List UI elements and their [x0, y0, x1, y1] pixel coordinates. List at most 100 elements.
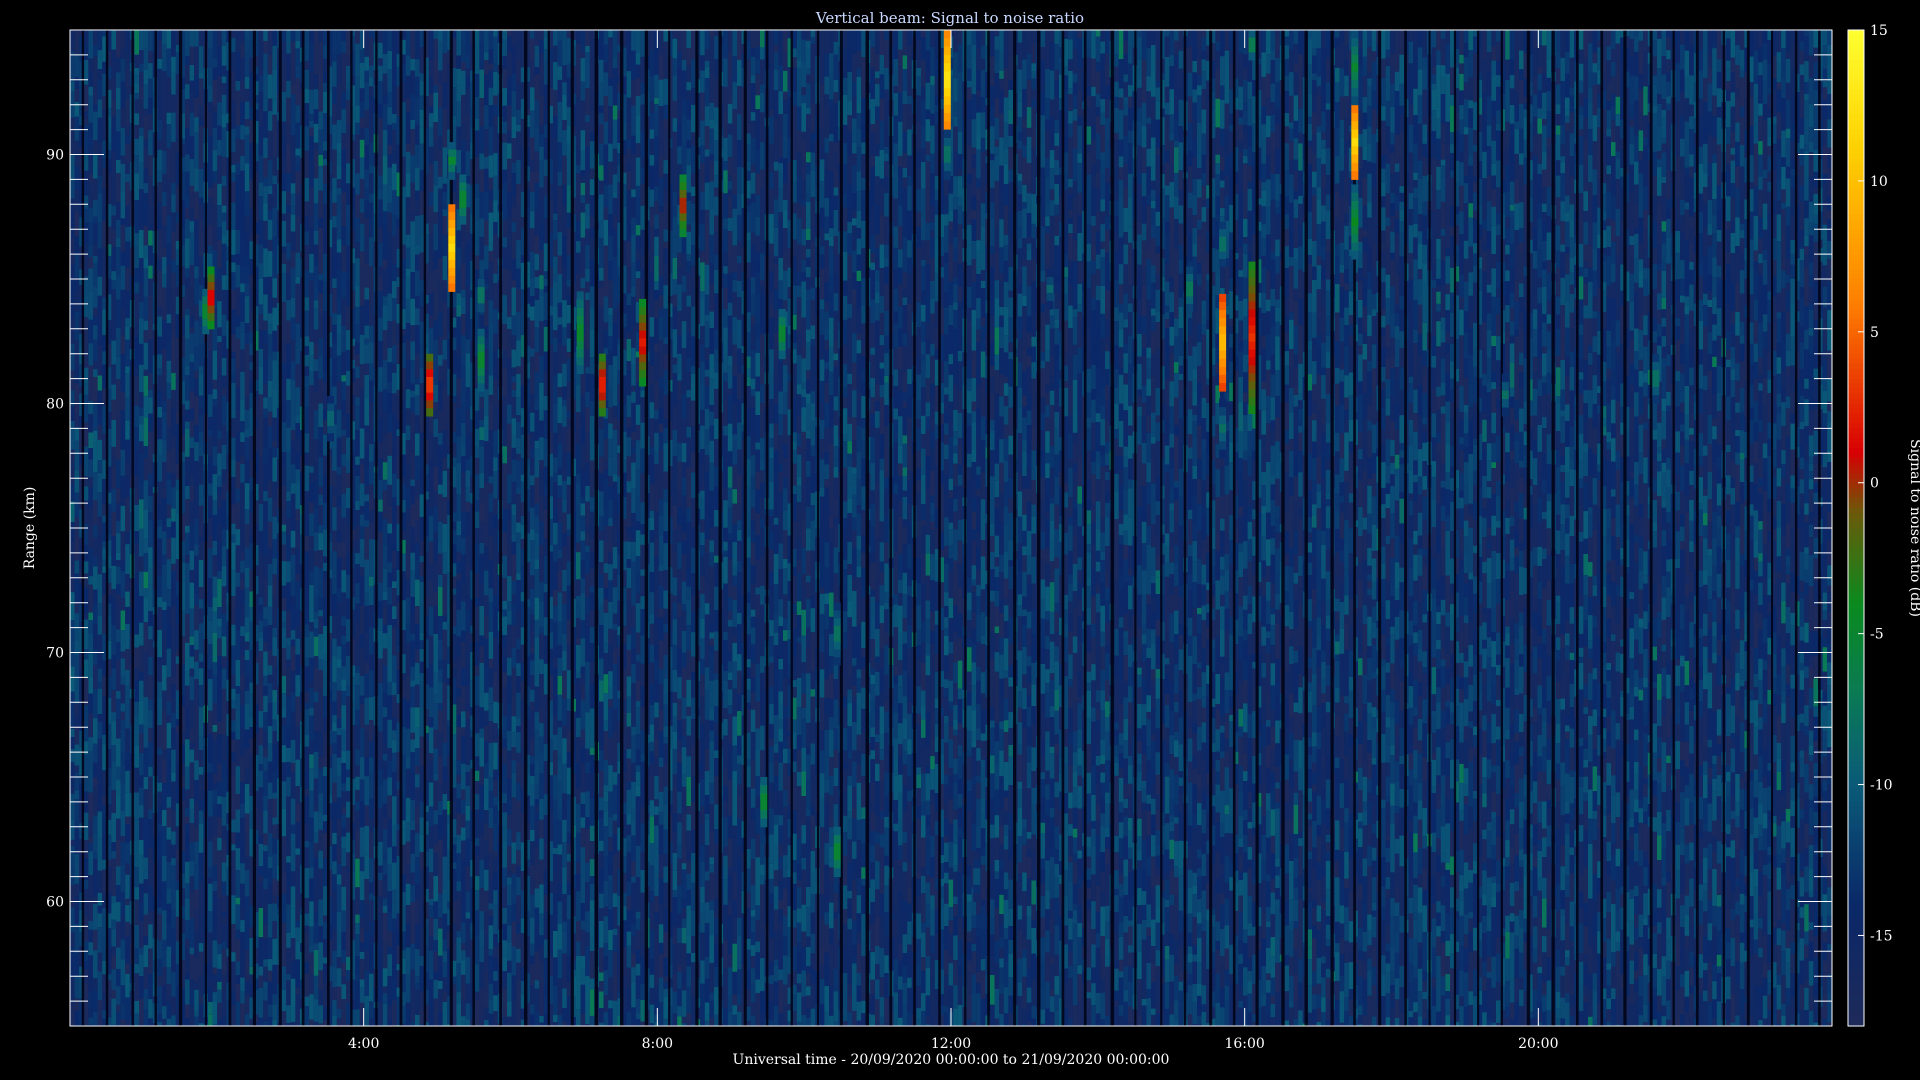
heatmap-cell [323, 355, 328, 371]
heatmap-cell [111, 340, 116, 365]
heatmap-cell [318, 768, 323, 794]
heatmap-cell [171, 563, 176, 571]
heatmap-cell [83, 714, 89, 742]
heatmap-cell [194, 370, 199, 379]
heatmap-cell [415, 606, 420, 624]
heatmap-cell [240, 690, 245, 706]
heatmap-cell [309, 842, 314, 868]
heatmap-cell [286, 212, 291, 243]
heatmap-cell [290, 938, 296, 962]
heatmap-cell [258, 304, 264, 315]
heatmap-cell [217, 486, 222, 495]
heatmap-cell [304, 270, 310, 298]
heatmap-cell [405, 340, 411, 360]
heatmap-cell [111, 625, 116, 655]
heatmap-cell [221, 483, 227, 501]
heatmap-cell [382, 359, 388, 370]
heatmap-cell [359, 127, 365, 140]
heatmap-cell [116, 1011, 121, 1026]
heatmap-cell [198, 1003, 204, 1024]
heatmap-cell [438, 710, 443, 733]
heatmap-cell [309, 89, 314, 115]
heatmap-cell [442, 430, 448, 458]
heatmap-cell [323, 626, 328, 654]
heatmap-cell [171, 571, 176, 582]
heatmap-cell [465, 501, 471, 512]
heatmap-cell [185, 409, 190, 422]
heatmap-cell [171, 94, 176, 113]
heatmap-cell [341, 326, 346, 352]
heatmap-cell [88, 737, 93, 752]
heatmap-cell [290, 908, 296, 939]
heatmap-cell [415, 124, 420, 145]
heatmap-cell [456, 760, 461, 775]
heatmap-cell [332, 496, 337, 508]
heatmap-cell [465, 409, 471, 434]
heatmap-cell [189, 46, 195, 65]
heatmap-cell [309, 945, 314, 953]
heatmap-cell [295, 423, 300, 439]
heatmap-cell [240, 102, 245, 125]
heatmap-cell [281, 213, 287, 221]
heatmap-cell [415, 662, 420, 685]
heatmap-cell [428, 1007, 434, 1026]
heatmap-cell [189, 668, 195, 677]
heatmap-cell [387, 625, 392, 655]
heatmap-cell [318, 868, 323, 890]
heatmap-cell [120, 289, 126, 309]
heatmap-cell [442, 794, 448, 810]
heatmap-cell [272, 390, 277, 418]
heatmap-cell [323, 1020, 328, 1026]
heatmap-cell [217, 46, 222, 76]
heatmap-cell [171, 928, 176, 955]
heatmap-cell [442, 837, 448, 857]
heatmap-cell [281, 1011, 287, 1026]
heatmap-cell [162, 809, 167, 827]
heatmap-cell [323, 833, 328, 843]
heatmap-cell [410, 165, 415, 183]
heatmap-cell [346, 777, 351, 791]
heatmap-cell [387, 946, 392, 955]
heatmap-cell [286, 986, 291, 1006]
heatmap-cell [97, 439, 103, 461]
heatmap-cell [281, 610, 287, 622]
heatmap-cell [166, 967, 172, 985]
heatmap-cell [295, 696, 300, 726]
heatmap-cell [162, 71, 167, 101]
heatmap-cell [272, 207, 277, 237]
heatmap-cell [295, 638, 300, 655]
heatmap-cell [111, 457, 116, 467]
heatmap-cell [392, 568, 397, 582]
heatmap-cell [442, 552, 448, 574]
heatmap-cell [387, 760, 392, 778]
heatmap-cell [231, 961, 236, 991]
heatmap-cell [309, 441, 314, 467]
heatmap-cell [272, 236, 277, 253]
heatmap-cell [378, 935, 383, 947]
heatmap-cell [74, 254, 80, 278]
heatmap-cell [240, 551, 245, 561]
heatmap-cell [139, 976, 144, 999]
heatmap-cell [120, 335, 126, 355]
heatmap-cell [244, 283, 250, 297]
heatmap-cell [212, 891, 218, 918]
heatmap-cell [166, 518, 172, 528]
heatmap-cell [120, 265, 126, 290]
heatmap-cell [111, 420, 116, 447]
heatmap-cell [323, 370, 328, 383]
heatmap-cell [461, 62, 466, 71]
heatmap-cell [290, 798, 296, 825]
heatmap-cell [281, 945, 287, 967]
heatmap-cell [70, 666, 75, 692]
heatmap-cell [286, 364, 291, 379]
heatmap-cell [194, 132, 199, 152]
heatmap-cell [134, 245, 139, 269]
heatmap-cell [290, 205, 296, 215]
heatmap-cell [318, 379, 323, 387]
heatmap-cell [323, 327, 328, 356]
heatmap-cell [125, 87, 130, 99]
heatmap-cell [143, 417, 149, 447]
heatmap-cell [382, 211, 388, 225]
heatmap-cell [304, 42, 310, 61]
heatmap-cell [263, 417, 268, 440]
